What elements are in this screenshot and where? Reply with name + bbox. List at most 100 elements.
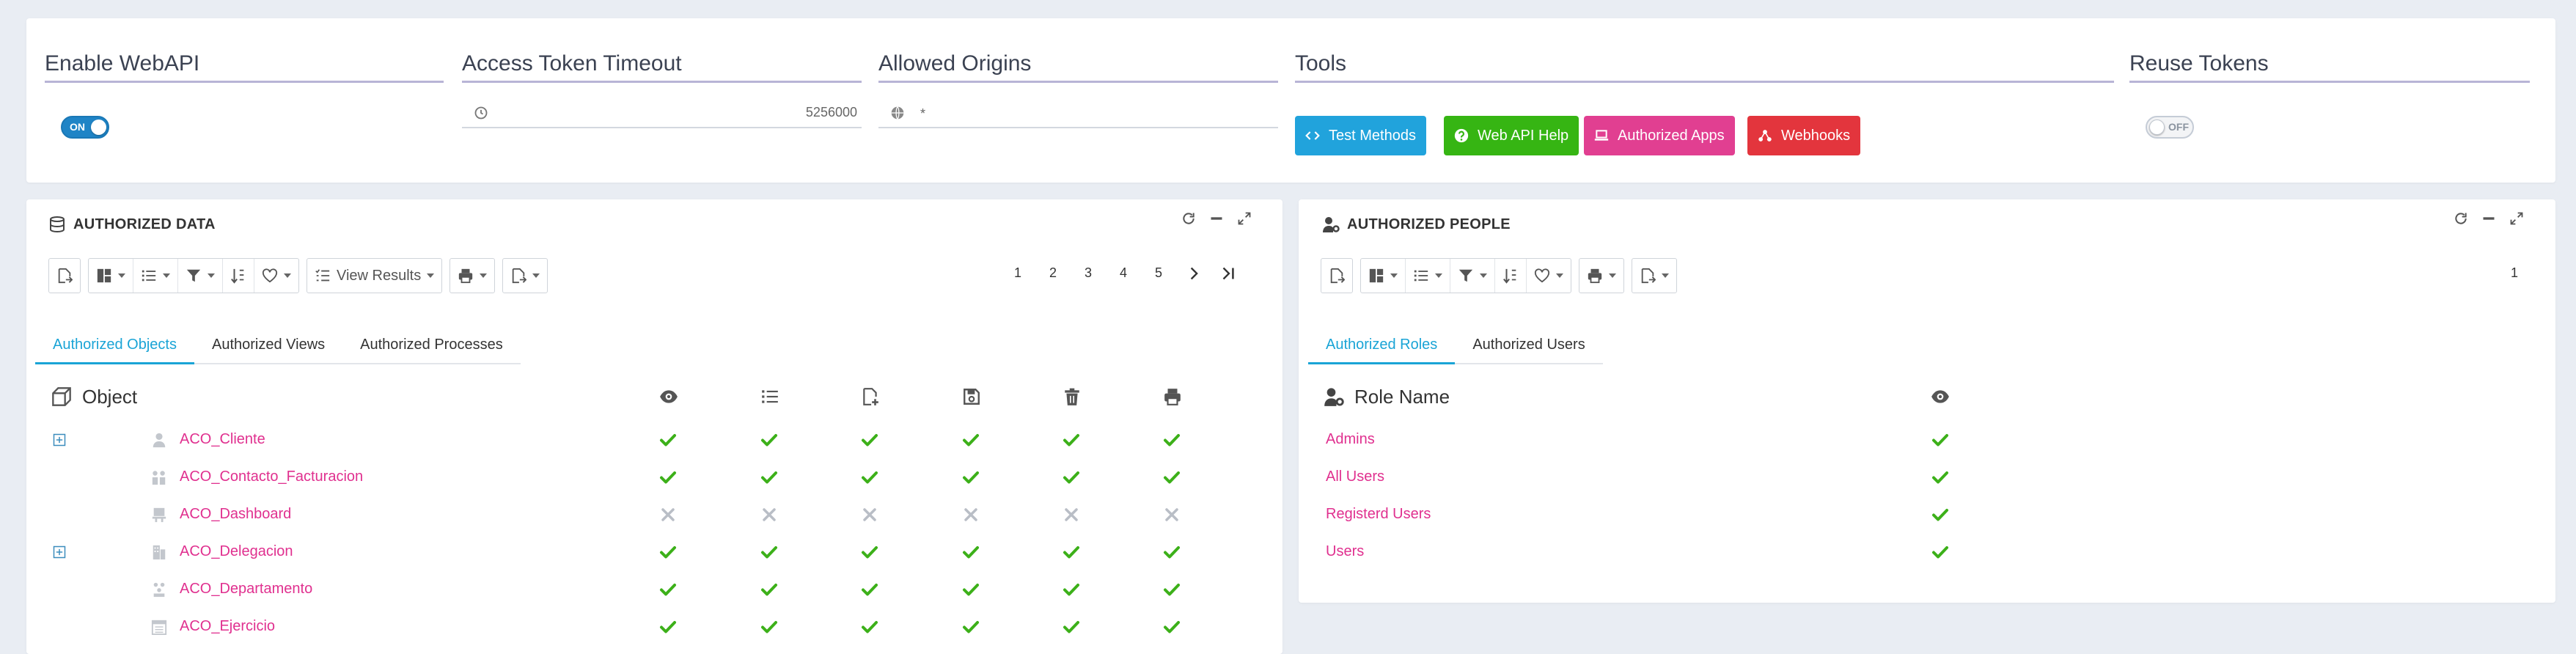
new-record-button[interactable] <box>49 259 80 293</box>
expand-icon[interactable] <box>1237 211 1252 226</box>
minimize-icon[interactable] <box>2481 211 2496 226</box>
page-4[interactable]: 4 <box>1106 265 1141 281</box>
tab-authorized-users[interactable]: Authorized Users <box>1455 328 1602 363</box>
list-permission-cell[interactable] <box>760 570 778 608</box>
print-permission-cell[interactable] <box>1163 533 1181 570</box>
read-permission-cell[interactable] <box>659 496 677 533</box>
read-permission-cell[interactable] <box>659 608 677 645</box>
refresh-icon[interactable] <box>1181 211 1196 226</box>
table-row[interactable]: ACO_Dashboard <box>26 496 1283 533</box>
object-name-link[interactable]: ACO_Cliente <box>180 431 265 448</box>
read-permission-cell[interactable] <box>1931 458 1949 496</box>
table-row[interactable]: All Users <box>1299 458 2555 496</box>
read-permission-cell[interactable] <box>659 421 677 458</box>
table-row[interactable]: ACO_Cliente <box>26 421 1283 458</box>
save-permission-cell[interactable] <box>962 421 980 458</box>
minimize-icon[interactable] <box>1209 211 1224 226</box>
list-permission-cell[interactable] <box>760 533 778 570</box>
delete-permission-cell[interactable] <box>1063 496 1080 533</box>
object-name-link[interactable]: ACO_Dashboard <box>180 506 291 523</box>
print-permission-cell[interactable] <box>1163 496 1181 533</box>
read-permission-cell[interactable] <box>659 458 677 496</box>
read-permission-cell[interactable] <box>1931 421 1949 458</box>
columns-button[interactable] <box>133 259 178 293</box>
object-name-link[interactable]: ACO_Contacto_Facturacion <box>180 469 363 485</box>
role-name-column-header[interactable]: Role Name <box>1324 379 1450 414</box>
print-permission-cell[interactable] <box>1163 570 1181 608</box>
tab-authorized-roles[interactable]: Authorized Roles <box>1308 328 1456 364</box>
table-row[interactable]: ACO_Delegacion <box>26 533 1283 570</box>
create-permission-cell[interactable] <box>861 608 878 645</box>
last-page-button[interactable] <box>1211 266 1247 281</box>
tab-authorized-processes[interactable]: Authorized Processes <box>342 328 521 363</box>
page-1[interactable]: 1 <box>1000 265 1035 281</box>
read-permission-cell[interactable] <box>659 533 677 570</box>
favorites-button[interactable] <box>254 259 298 293</box>
create-permission-cell[interactable] <box>861 458 878 496</box>
save-permission-cell[interactable] <box>962 496 980 533</box>
print-button[interactable] <box>450 259 494 293</box>
role-name-link[interactable]: All Users <box>1326 469 1384 485</box>
print-permission-cell[interactable] <box>1163 608 1181 645</box>
object-column-header[interactable]: Object <box>51 379 137 414</box>
print-button[interactable] <box>1579 259 1623 293</box>
page-3[interactable]: 3 <box>1071 265 1106 281</box>
role-name-link[interactable]: Registerd Users <box>1326 506 1431 523</box>
list-permission-cell[interactable] <box>760 608 778 645</box>
layout-button[interactable] <box>1361 259 1406 293</box>
list-permission-cell[interactable] <box>760 496 778 533</box>
layout-button[interactable] <box>89 259 133 293</box>
table-row[interactable]: Users <box>1299 533 2555 570</box>
object-name-link[interactable]: ACO_Departamento <box>180 581 312 598</box>
print-permission-cell[interactable] <box>1163 421 1181 458</box>
table-row[interactable]: ACO_Contacto_Facturacion <box>26 458 1283 496</box>
delete-permission-cell[interactable] <box>1063 570 1080 608</box>
delete-permission-cell[interactable] <box>1063 533 1080 570</box>
table-row[interactable]: Registerd Users <box>1299 496 2555 533</box>
sort-button[interactable] <box>223 259 254 293</box>
expand-row-button[interactable] <box>52 533 67 570</box>
read-permission-cell[interactable] <box>1931 533 1949 570</box>
read-permission-cell[interactable] <box>659 570 677 608</box>
read-permission-cell[interactable] <box>1931 496 1949 533</box>
table-row[interactable]: Admins <box>1299 421 2555 458</box>
print-permission-cell[interactable] <box>1163 458 1181 496</box>
list-permission-cell[interactable] <box>760 458 778 496</box>
delete-permission-cell[interactable] <box>1063 458 1080 496</box>
web-api-help-button[interactable]: Web API Help <box>1444 116 1579 155</box>
enable-webapi-toggle[interactable]: ON <box>61 116 109 139</box>
save-permission-cell[interactable] <box>962 570 980 608</box>
test-methods-button[interactable]: Test Methods <box>1295 116 1426 155</box>
tab-authorized-views[interactable]: Authorized Views <box>194 328 342 363</box>
expand-icon[interactable] <box>2509 211 2524 226</box>
favorites-button[interactable] <box>1527 259 1571 293</box>
authorized-apps-button[interactable]: Authorized Apps <box>1584 116 1735 155</box>
tab-authorized-objects[interactable]: Authorized Objects <box>35 328 194 364</box>
view-results-button[interactable]: View Results <box>307 259 441 293</box>
page-5[interactable]: 5 <box>1141 265 1176 281</box>
reuse-tokens-toggle[interactable]: OFF <box>2146 116 2194 139</box>
delete-permission-cell[interactable] <box>1063 608 1080 645</box>
role-name-link[interactable]: Admins <box>1326 431 1375 448</box>
create-permission-cell[interactable] <box>861 533 878 570</box>
expand-row-button[interactable] <box>52 421 67 458</box>
table-row[interactable]: ACO_Departamento <box>26 570 1283 608</box>
export-button[interactable] <box>1632 259 1676 293</box>
save-permission-cell[interactable] <box>962 608 980 645</box>
filter-button[interactable] <box>1450 259 1495 293</box>
sort-button[interactable] <box>1495 259 1527 293</box>
page-2[interactable]: 2 <box>1035 265 1071 281</box>
create-permission-cell[interactable] <box>861 421 878 458</box>
create-permission-cell[interactable] <box>861 570 878 608</box>
save-permission-cell[interactable] <box>962 458 980 496</box>
filter-button[interactable] <box>178 259 223 293</box>
delete-permission-cell[interactable] <box>1063 421 1080 458</box>
page-1[interactable]: 1 <box>2497 265 2532 281</box>
create-permission-cell[interactable] <box>861 496 878 533</box>
allowed-origins-input[interactable]: * <box>878 98 1278 128</box>
object-name-link[interactable]: ACO_Ejercicio <box>180 618 275 635</box>
object-name-link[interactable]: ACO_Delegacion <box>180 543 293 560</box>
webhooks-button[interactable]: Webhooks <box>1747 116 1861 155</box>
table-row[interactable]: ACO_Ejercicio <box>26 608 1283 645</box>
list-permission-cell[interactable] <box>760 421 778 458</box>
